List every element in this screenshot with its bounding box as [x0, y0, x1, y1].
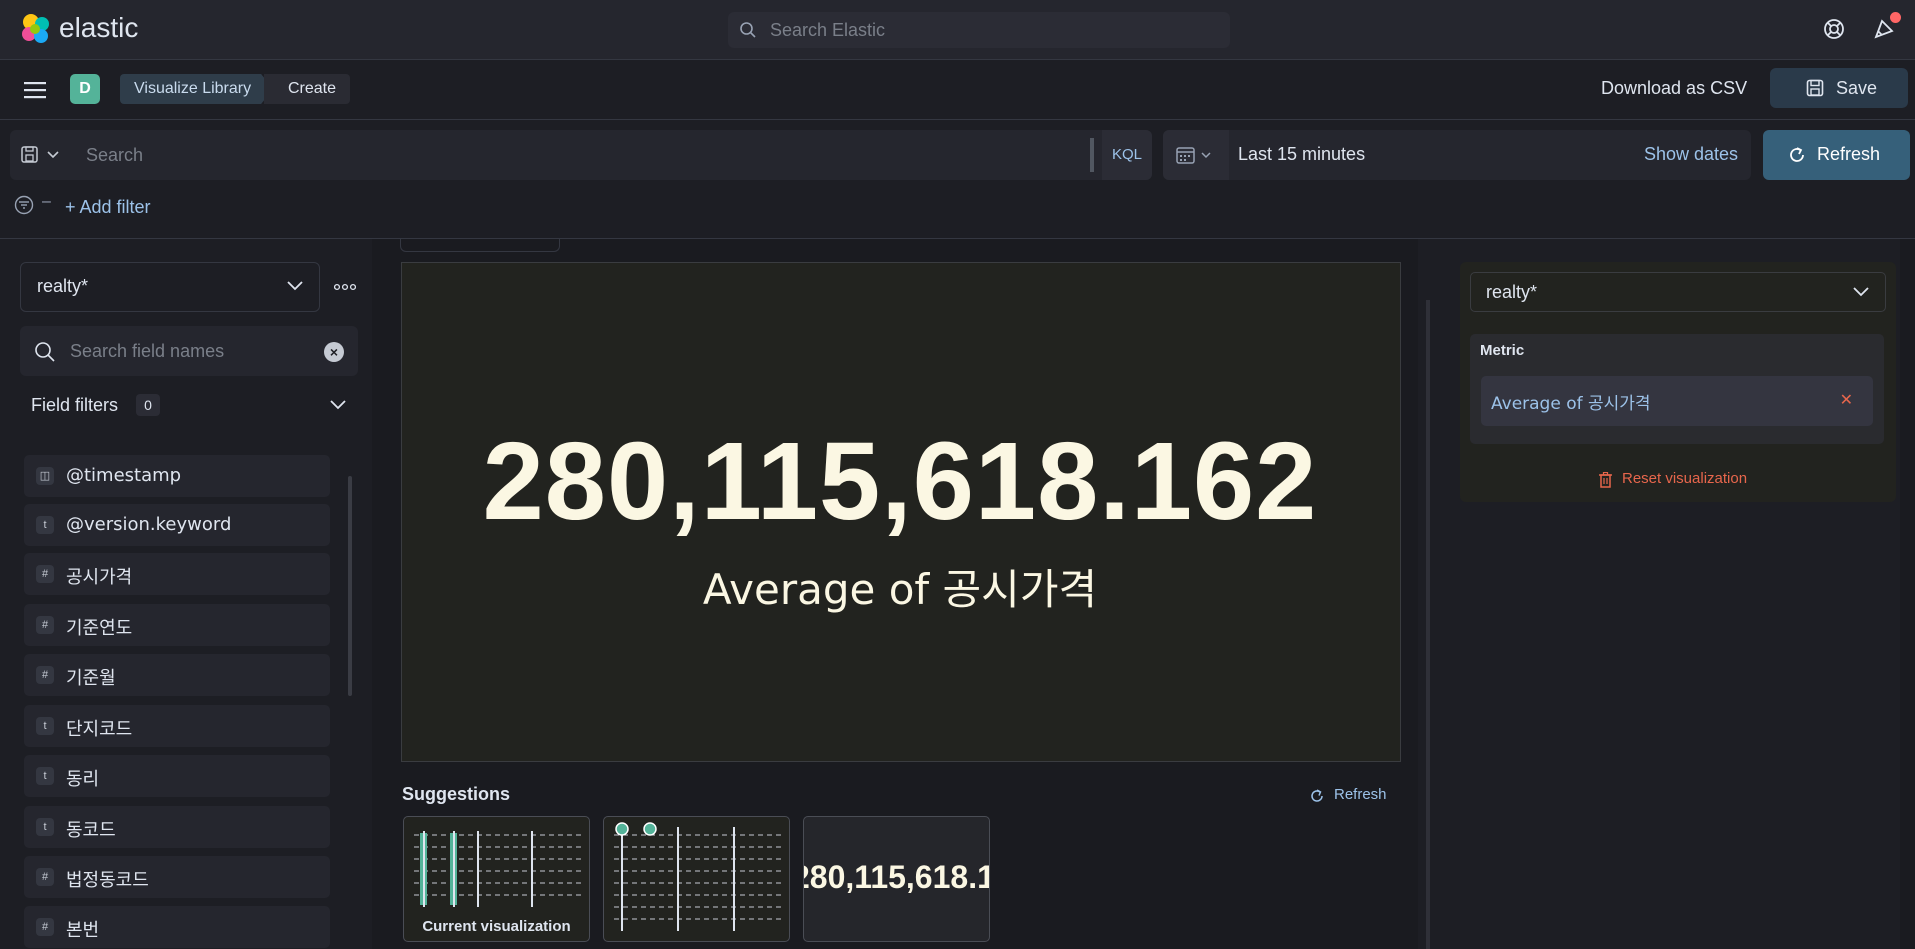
field-type-icon: #	[36, 666, 54, 684]
refresh-label: Refresh	[1817, 144, 1881, 164]
field-type-icon: ◫	[36, 467, 54, 485]
elastic-logo-icon[interactable]	[19, 12, 53, 46]
refresh-icon	[1311, 789, 1323, 802]
field-type-icon: #	[36, 918, 54, 936]
field-item[interactable]: t 동코드	[24, 806, 330, 848]
metric-dimension-label: Average of 공시가격	[1491, 394, 1651, 414]
metric-value: 280,115,618.162	[482, 420, 1318, 543]
line-chart-thumbnail-icon	[614, 822, 782, 931]
field-item[interactable]: # 본번	[24, 906, 330, 948]
query-bar	[10, 130, 1152, 180]
suggestion-current[interactable]: Current visualization	[403, 816, 590, 942]
kql-toggle-button[interactable]: KQL	[1102, 130, 1152, 180]
show-dates-button[interactable]: Show dates	[1644, 144, 1738, 165]
metric-label: Average of 공시가격	[702, 565, 1098, 614]
field-name: 공시가격	[66, 567, 133, 588]
field-search-placeholder: Search field names	[70, 341, 225, 361]
bar-chart-thumbnail-icon	[414, 831, 582, 907]
field-name: 기준월	[66, 668, 116, 689]
suggestions-refresh-button[interactable]: Refresh	[1310, 786, 1387, 803]
field-name: 법정동코드	[66, 870, 149, 891]
save-button[interactable]: Save	[1770, 68, 1908, 108]
save-label: Save	[1836, 78, 1878, 98]
suggestions-refresh-label: Refresh	[1334, 786, 1387, 803]
filter-menu-icon[interactable]	[14, 195, 34, 215]
quick-menu-button[interactable]	[1163, 130, 1229, 180]
hamburger-menu-icon[interactable]	[24, 81, 46, 99]
field-type-icon: t	[36, 516, 54, 534]
field-type-icon: t	[36, 717, 54, 735]
brand-name: elastic	[59, 12, 139, 43]
page-scrollbar[interactable]	[1900, 239, 1915, 949]
remove-dimension-icon[interactable]: ✕	[1840, 390, 1853, 410]
field-item[interactable]: # 기준월	[24, 654, 330, 696]
refresh-icon	[1790, 147, 1804, 162]
field-type-icon: #	[36, 616, 54, 634]
breadcrumb-create: Create	[264, 74, 351, 104]
field-list-scrollbar[interactable]	[348, 476, 352, 696]
field-name: 단지코드	[66, 719, 133, 740]
field-search-input[interactable]: Search field names ×	[20, 326, 358, 376]
field-item[interactable]: ◫ @timestamp	[24, 455, 330, 497]
save-icon	[1806, 79, 1824, 97]
field-filters-count: 0	[136, 394, 160, 416]
notification-badge	[1890, 12, 1901, 23]
help-icon[interactable]	[1822, 17, 1846, 41]
breadcrumb-visualize-library[interactable]: Visualize Library	[120, 74, 273, 104]
field-item[interactable]: t 단지코드	[24, 705, 330, 747]
field-name: 본번	[66, 920, 100, 941]
download-csv-button[interactable]: Download as CSV	[1601, 78, 1747, 99]
search-icon	[739, 21, 757, 39]
chart-switcher-tab[interactable]	[400, 239, 560, 252]
metric-section-label: Metric	[1480, 342, 1525, 359]
suggestion-caption: Current visualization	[422, 918, 571, 935]
refresh-button[interactable]: Refresh	[1763, 130, 1910, 180]
field-item[interactable]: # 공시가격	[24, 553, 330, 595]
clear-search-icon[interactable]: ×	[324, 342, 344, 362]
add-filter-button[interactable]: + Add filter	[65, 197, 151, 218]
reset-visualization-label: Reset visualization	[1622, 470, 1748, 487]
suggestion-metric-value: 280,115,618.162	[803, 859, 989, 895]
field-item[interactable]: # 기준연도	[24, 604, 330, 646]
metric-dimension-button[interactable]: Average of 공시가격 ✕	[1481, 376, 1873, 426]
field-type-icon: t	[36, 767, 54, 785]
chevron-down-icon	[287, 281, 303, 291]
calendar-icon	[1176, 147, 1211, 164]
field-name: @timestamp	[66, 465, 182, 486]
filter-separator: –	[42, 193, 51, 210]
field-name: 동리	[66, 769, 100, 790]
field-name: 동코드	[66, 820, 116, 841]
saved-query-menu-icon[interactable]	[20, 146, 66, 164]
layer-index-select[interactable]: realty*	[1470, 272, 1886, 312]
field-filters-toggle[interactable]: Field filters 0	[20, 384, 358, 428]
suggestions-title: Suggestions	[402, 784, 511, 804]
layer-index-label: realty*	[1486, 282, 1538, 302]
trash-icon	[1599, 472, 1612, 488]
field-type-icon: t	[36, 818, 54, 836]
field-name: @version.keyword	[66, 514, 232, 535]
chevron-down-icon	[330, 400, 346, 410]
field-name: 기준연도	[66, 618, 133, 639]
more-options-icon[interactable]	[334, 283, 356, 291]
suggestion-line-chart[interactable]	[603, 816, 790, 942]
field-item[interactable]: t @version.keyword	[24, 504, 330, 546]
global-search-input[interactable]: Search Elastic	[728, 12, 1230, 48]
time-range-label[interactable]: Last 15 minutes	[1238, 144, 1365, 165]
field-type-icon: #	[36, 868, 54, 886]
space-avatar[interactable]: D	[70, 74, 100, 104]
query-input[interactable]: Search	[86, 145, 143, 166]
index-pattern-select[interactable]: realty*	[20, 262, 320, 312]
query-divider	[1090, 138, 1094, 172]
field-item[interactable]: # 법정동코드	[24, 856, 330, 898]
index-pattern-label: realty*	[37, 276, 89, 296]
suggestion-metric[interactable]: 280,115,618.162	[803, 816, 990, 942]
field-filters-label: Field filters	[31, 395, 119, 415]
reset-visualization-button[interactable]: Reset visualization	[1598, 470, 1748, 488]
workspace-scrollbar[interactable]	[1426, 300, 1430, 949]
global-search-placeholder: Search Elastic	[770, 20, 886, 40]
chevron-down-icon	[1853, 287, 1869, 297]
field-type-icon: #	[36, 565, 54, 583]
search-icon	[35, 342, 55, 362]
field-item[interactable]: t 동리	[24, 755, 330, 797]
